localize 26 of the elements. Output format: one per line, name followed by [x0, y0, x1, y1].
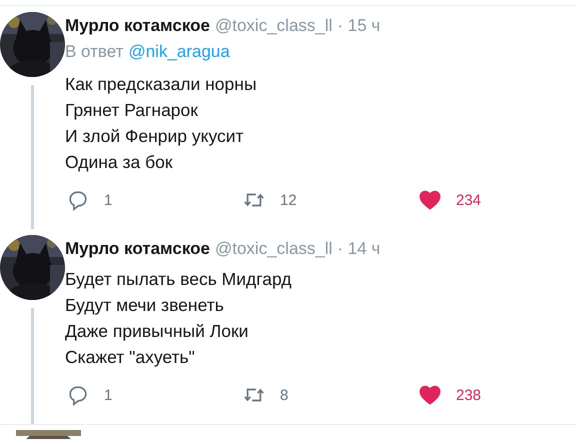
like-count: 238: [456, 386, 482, 404]
author-handle[interactable]: @toxic_class_ll: [215, 16, 332, 36]
author-handle[interactable]: @toxic_class_ll: [215, 239, 332, 259]
mention-link[interactable]: @nik_aragua: [128, 42, 230, 62]
tweet-text: Скажет "ахуеть": [65, 346, 196, 369]
like-count: 234: [456, 192, 482, 208]
reply-icon[interactable]: [67, 189, 89, 211]
tweet-text: И злой Фенрир укусит: [65, 125, 245, 148]
reply-count: 1: [104, 386, 112, 404]
tweet-text: Как предсказали норны: [65, 73, 258, 96]
tweet-time: · 14 ч: [337, 239, 380, 259]
tweet-text: Будет пылать весь Мидгард: [65, 268, 293, 291]
tweet-text: Одина за бок: [65, 151, 174, 174]
author-name[interactable]: Мурло котамское: [65, 239, 210, 259]
retweet-count: 8: [280, 386, 288, 404]
tweet-text: Грянет Рагнарок: [65, 99, 199, 122]
heart-icon[interactable]: [419, 189, 441, 211]
retweet-count: 12: [280, 192, 297, 208]
tweet-time: · 15 ч: [337, 16, 380, 36]
tweet-text: Будут мечи звенеть: [65, 294, 225, 317]
reply-count: 1: [104, 192, 112, 208]
heart-icon[interactable]: [419, 384, 441, 406]
author-name[interactable]: Мурло котамское: [65, 16, 210, 36]
reply-icon[interactable]: [67, 384, 89, 406]
tweet-text: Даже привычный Локи: [65, 320, 250, 343]
reply-label: В ответ: [65, 42, 124, 62]
